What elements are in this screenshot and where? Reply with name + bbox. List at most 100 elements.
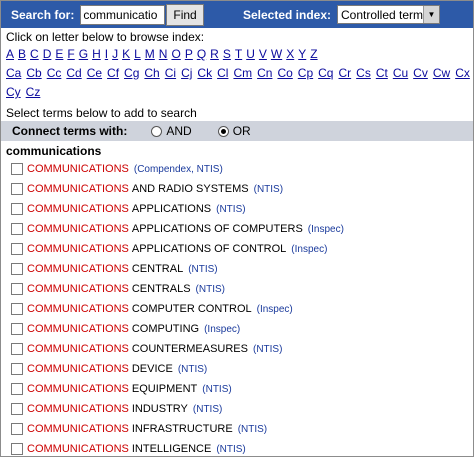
letter-link[interactable]: Cz	[26, 83, 41, 102]
term-base-link[interactable]: COMMUNICATIONS	[27, 303, 129, 315]
letter-link[interactable]: Cm	[233, 64, 252, 83]
letter-index-row: ABCDEFGHIJKLMNOPQRSTUVWXYZ	[6, 45, 473, 64]
letter-link[interactable]: U	[246, 45, 255, 64]
letter-link[interactable]: Cc	[47, 64, 62, 83]
index-select[interactable]: Controlled term ▼	[337, 5, 440, 24]
letter-link[interactable]: Cd	[66, 64, 81, 83]
letter-link[interactable]: P	[185, 45, 193, 64]
letter-link[interactable]: I	[105, 45, 108, 64]
term-base-link[interactable]: COMMUNICATIONS	[27, 363, 129, 375]
term-checkbox[interactable]	[11, 183, 23, 195]
letter-link[interactable]: Co	[277, 64, 292, 83]
letter-link[interactable]: Cr	[338, 64, 351, 83]
letter-link[interactable]: Cs	[356, 64, 371, 83]
letter-link[interactable]: Cg	[124, 64, 139, 83]
letter-link[interactable]: C	[30, 45, 39, 64]
term-base-link[interactable]: COMMUNICATIONS	[27, 383, 129, 395]
letter-link[interactable]: X	[286, 45, 294, 64]
letter-link[interactable]: Ci	[165, 64, 176, 83]
letter-link[interactable]: Cw	[433, 64, 450, 83]
letter-link[interactable]: T	[235, 45, 242, 64]
term-base-link[interactable]: COMMUNICATIONS	[27, 403, 129, 415]
and-radio[interactable]: AND	[151, 124, 192, 138]
letter-link[interactable]: H	[92, 45, 101, 64]
letter-link[interactable]: M	[145, 45, 155, 64]
connect-terms-bar: Connect terms with: AND OR	[1, 121, 473, 141]
letter-link[interactable]: B	[18, 45, 26, 64]
term-source: (NTIS)	[192, 403, 223, 415]
term-checkbox[interactable]	[11, 163, 23, 175]
radio-icon[interactable]	[217, 125, 229, 137]
letter-link[interactable]: O	[171, 45, 180, 64]
term-checkbox[interactable]	[11, 303, 23, 315]
term-row: COMMUNICATIONS COMPUTER CONTROL (Inspec)	[6, 299, 473, 319]
letter-link[interactable]: Ct	[376, 64, 388, 83]
letter-link[interactable]: Cu	[393, 64, 408, 83]
term-source: (NTIS)	[216, 443, 246, 455]
term-base-link[interactable]: COMMUNICATIONS	[27, 243, 129, 255]
letter-link[interactable]: Cx	[455, 64, 470, 83]
term-checkbox[interactable]	[11, 203, 23, 215]
letter-link[interactable]: Cq	[318, 64, 333, 83]
letter-link[interactable]: N	[159, 45, 168, 64]
term-checkbox[interactable]	[11, 323, 23, 335]
letter-link[interactable]: Cy	[6, 83, 21, 102]
term-checkbox[interactable]	[11, 363, 23, 375]
term-checkbox[interactable]	[11, 423, 23, 435]
term-checkbox[interactable]	[11, 403, 23, 415]
letter-link[interactable]: V	[259, 45, 267, 64]
letter-link[interactable]: S	[223, 45, 231, 64]
letter-link[interactable]: E	[55, 45, 63, 64]
letter-link[interactable]: Cp	[298, 64, 313, 83]
letter-link[interactable]: R	[210, 45, 219, 64]
letter-link[interactable]: Ck	[197, 64, 212, 83]
letter-link[interactable]: Cv	[413, 64, 428, 83]
term-checkbox[interactable]	[11, 383, 23, 395]
letter-link[interactable]: A	[6, 45, 14, 64]
term-checkbox[interactable]	[11, 223, 23, 235]
letter-link[interactable]: Ch	[144, 64, 159, 83]
or-radio[interactable]: OR	[217, 124, 251, 138]
letter-link[interactable]: F	[67, 45, 74, 64]
letter-link[interactable]: W	[271, 45, 282, 64]
letter-link[interactable]: Cl	[217, 64, 228, 83]
term-base-link[interactable]: COMMUNICATIONS	[27, 443, 129, 455]
letter-link[interactable]: Cb	[26, 64, 41, 83]
term-base-link[interactable]: COMMUNICATIONS	[27, 323, 129, 335]
term-base-link[interactable]: COMMUNICATIONS	[27, 283, 129, 295]
chevron-down-icon[interactable]: ▼	[423, 6, 439, 23]
letter-link[interactable]: Cn	[257, 64, 272, 83]
term-source: (NTIS)	[195, 283, 225, 295]
letter-link[interactable]: Y	[298, 45, 306, 64]
letter-link[interactable]: J	[112, 45, 118, 64]
find-button[interactable]: Find	[166, 3, 204, 26]
letter-link[interactable]: Cf	[107, 64, 119, 83]
term-base-link[interactable]: COMMUNICATIONS	[27, 203, 129, 215]
term-checkbox[interactable]	[11, 343, 23, 355]
letter-link[interactable]: Cj	[181, 64, 192, 83]
term-base-link[interactable]: COMMUNICATIONS	[27, 343, 129, 355]
term-base-link[interactable]: COMMUNICATIONS	[27, 163, 129, 175]
term-base-link[interactable]: COMMUNICATIONS	[27, 423, 129, 435]
letter-link[interactable]: Q	[197, 45, 206, 64]
term-checkbox[interactable]	[11, 283, 23, 295]
term-base-link[interactable]: COMMUNICATIONS	[27, 263, 129, 275]
term-checkbox[interactable]	[11, 443, 23, 455]
term-suffix: INFRASTRUCTURE	[131, 423, 233, 435]
term-base-link[interactable]: COMMUNICATIONS	[27, 223, 129, 235]
term-suffix: DEVICE	[131, 363, 173, 375]
term-checkbox[interactable]	[11, 243, 23, 255]
letter-link[interactable]: Ca	[6, 64, 21, 83]
radio-icon[interactable]	[151, 125, 163, 137]
term-base-link[interactable]: COMMUNICATIONS	[27, 183, 129, 195]
letter-link[interactable]: G	[79, 45, 88, 64]
term-checkbox[interactable]	[11, 263, 23, 275]
letter-link[interactable]: D	[43, 45, 52, 64]
letter-link[interactable]: Ce	[87, 64, 102, 83]
search-input[interactable]	[80, 4, 166, 25]
letter-link[interactable]: L	[134, 45, 141, 64]
term-source: (NTIS)	[252, 343, 283, 355]
connect-terms-label: Connect terms with:	[12, 124, 128, 138]
letter-link[interactable]: K	[122, 45, 130, 64]
letter-link[interactable]: Z	[310, 45, 317, 64]
